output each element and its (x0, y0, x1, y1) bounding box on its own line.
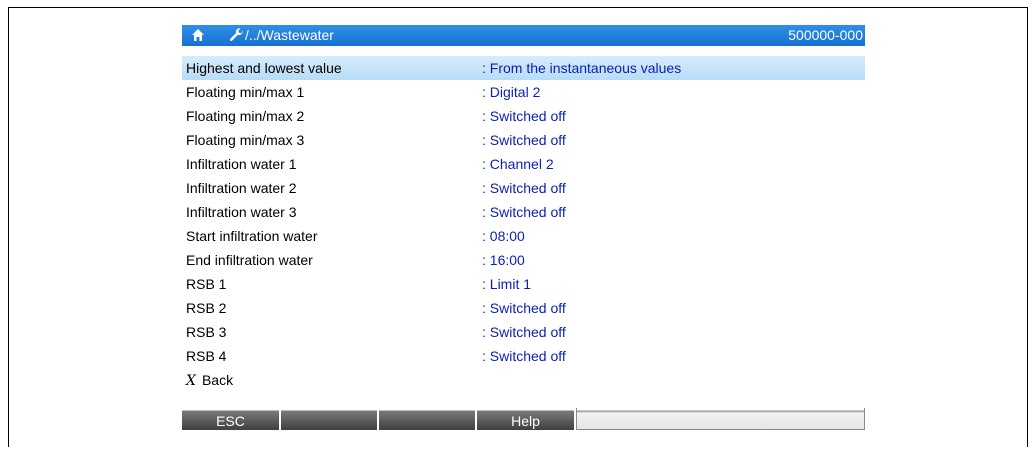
back-text: Back (201, 372, 234, 388)
menu-item-value: : Switched off (482, 180, 566, 196)
softkey-2[interactable] (281, 408, 379, 430)
softkey-3[interactable] (379, 408, 477, 430)
menu-item-label: RSB 3 (186, 324, 227, 340)
menu-item-floating-minmax-2[interactable]: Floating min/max 2 : Switched off (182, 104, 865, 128)
menu-item-rsb-1[interactable]: RSB 1 : Limit 1 (182, 272, 865, 296)
help-softkey[interactable]: Help (477, 408, 576, 430)
menu-item-label: End infiltration water (186, 252, 313, 268)
menu-item-label: Start infiltration water (186, 228, 318, 244)
menu-item-highest-lowest-value[interactable]: Highest and lowest value : From the inst… (182, 56, 865, 80)
back-menu-item[interactable]: X Back (182, 368, 865, 392)
menu-item-infiltration-water-2[interactable]: Infiltration water 2 : Switched off (182, 176, 865, 200)
menu-item-label: RSB 2 (186, 300, 227, 316)
menu-item-value: : 16:00 (482, 252, 525, 268)
menu-item-start-infiltration-water[interactable]: Start infiltration water : 08:00 (182, 224, 865, 248)
home-icon[interactable] (191, 28, 205, 42)
menu-item-value: : Switched off (482, 300, 566, 316)
menu-item-label: Infiltration water 3 (186, 204, 297, 220)
menu-item-value: : Switched off (482, 204, 566, 220)
title-bar: /../Wastewater 500000-000 (182, 25, 865, 46)
menu-item-label: Highest and lowest value (186, 60, 342, 76)
menu-item-rsb-3[interactable]: RSB 3 : Switched off (182, 320, 865, 344)
menu-list: Highest and lowest value : From the inst… (182, 56, 865, 392)
device-screen: /../Wastewater 500000-000 Highest and lo… (182, 25, 865, 432)
softkey-bar: ESC Help (182, 408, 865, 430)
breadcrumb: /../Wastewater (245, 27, 334, 43)
back-x-icon: X (186, 373, 196, 389)
menu-item-value: : Switched off (482, 324, 566, 340)
wrench-icon (229, 28, 243, 41)
menu-item-label: Infiltration water 2 (186, 180, 297, 196)
menu-item-value: : Limit 1 (482, 276, 532, 292)
menu-item-label: Floating min/max 2 (186, 108, 305, 124)
menu-item-value: : Switched off (482, 108, 566, 124)
menu-item-rsb-2[interactable]: RSB 2 : Switched off (182, 296, 865, 320)
menu-item-value: : Digital 2 (482, 84, 541, 100)
device-id: 500000-000 (788, 27, 863, 43)
menu-item-infiltration-water-3[interactable]: Infiltration water 3 : Switched off (182, 200, 865, 224)
menu-item-value: : Switched off (482, 348, 566, 364)
menu-item-rsb-4[interactable]: RSB 4 : Switched off (182, 344, 865, 368)
menu-item-label: RSB 4 (186, 348, 227, 364)
menu-item-end-infiltration-water[interactable]: End infiltration water : 16:00 (182, 248, 865, 272)
menu-item-value: : 08:00 (482, 228, 525, 244)
menu-item-value: : From the instantaneous values (482, 60, 682, 76)
menu-item-label: Floating min/max 1 (186, 84, 305, 100)
menu-item-label: Floating min/max 3 (186, 132, 305, 148)
menu-item-floating-minmax-3[interactable]: Floating min/max 3 : Switched off (182, 128, 865, 152)
menu-item-label: RSB 1 (186, 276, 227, 292)
esc-softkey[interactable]: ESC (182, 408, 281, 430)
menu-item-value: : Switched off (482, 132, 566, 148)
menu-item-label: Infiltration water 1 (186, 156, 297, 172)
menu-item-value: : Channel 2 (482, 156, 554, 172)
menu-item-floating-minmax-1[interactable]: Floating min/max 1 : Digital 2 (182, 80, 865, 104)
back-label: X Back (186, 368, 233, 393)
softkey-5[interactable] (576, 408, 865, 430)
menu-item-infiltration-water-1[interactable]: Infiltration water 1 : Channel 2 (182, 152, 865, 176)
